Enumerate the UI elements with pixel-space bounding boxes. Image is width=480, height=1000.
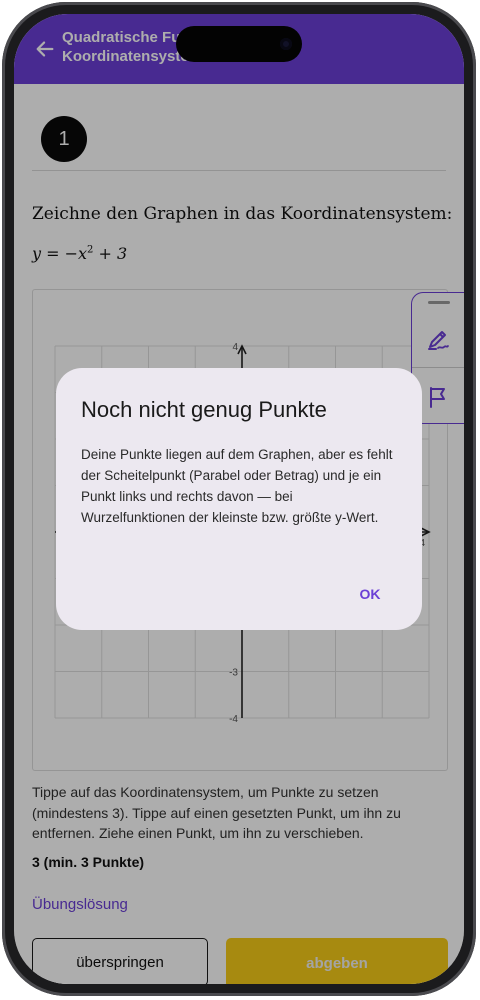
phone-frame: Quadratische Funktionen im dem Koordinat…	[0, 0, 480, 1000]
dialog-message: Deine Punkte liegen auf dem Graphen, abe…	[81, 447, 393, 525]
screen: Quadratische Funktionen im dem Koordinat…	[14, 14, 464, 984]
alert-dialog: Noch nicht genug Punkte Deine Punkte lie…	[56, 368, 422, 630]
dialog-title: Noch nicht genug Punkte	[81, 397, 327, 422]
ok-button[interactable]: OK	[344, 580, 396, 608]
